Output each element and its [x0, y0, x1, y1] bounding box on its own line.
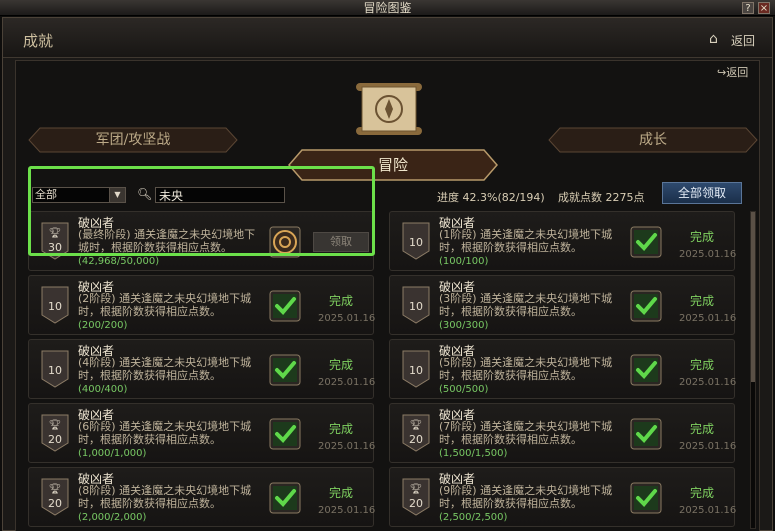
- badge-points: 10: [409, 236, 423, 249]
- status-complete: 完成: [329, 422, 354, 436]
- page-title: 成就: [23, 32, 54, 50]
- highlight-box: [28, 166, 375, 256]
- tab-growth[interactable]: 成长: [548, 127, 758, 153]
- achievement-progress: (100/100): [439, 256, 489, 267]
- achievement-desc: (8阶段) 通关逢魔之未央幻境地下城时，根据阶数获得相应点数。: [78, 484, 252, 510]
- grade-badge: 10: [401, 349, 431, 389]
- grade-badge: 🏆︎ 20: [401, 413, 431, 453]
- status-complete: 完成: [690, 230, 715, 244]
- badge-points: 10: [409, 300, 423, 313]
- window-titlebar: 冒险图鉴 ? ×: [0, 0, 775, 16]
- check-icon: [630, 418, 662, 450]
- status-complete: 完成: [329, 486, 354, 500]
- achievement-progress: (2,000/2,000): [78, 512, 147, 523]
- achievement-card: 🏆︎ 20 破凶者 (8阶段) 通关逢魔之未央幻境地下城时，根据阶数获得相应点数。…: [28, 467, 376, 527]
- achievement-list: 🏆︎ 30 破凶者 (最终阶段) 通关逢魔之未央幻境地下城时，根据阶数获得相应点数…: [28, 211, 748, 531]
- achievement-progress: (1,500/1,500): [439, 448, 508, 459]
- status-complete: 完成: [329, 358, 354, 372]
- tab-legion[interactable]: 军团/攻坚战: [28, 127, 238, 153]
- scrollbar[interactable]: [750, 211, 756, 529]
- check-icon: [630, 354, 662, 386]
- completion-date: 2025.01.16: [679, 377, 737, 388]
- achievement-desc: (2阶段) 通关逢魔之未央幻境地下城时，根据阶数获得相应点数。: [78, 292, 252, 318]
- grade-badge: 10: [401, 285, 431, 325]
- badge-points: 10: [48, 364, 62, 377]
- grade-badge: 10: [401, 221, 431, 261]
- home-icon[interactable]: ⌂: [709, 31, 718, 47]
- panel-header: 成就 ⌂ 返回: [3, 18, 772, 58]
- badge-points: 20: [409, 497, 423, 510]
- completion-date: 2025.01.16: [679, 249, 737, 260]
- window-title: 冒险图鉴: [363, 1, 412, 15]
- trophy-icon: 🏆︎: [48, 420, 62, 431]
- achievement-progress: (1,000/1,000): [78, 448, 147, 459]
- grade-badge: 🏆︎ 20: [40, 413, 70, 453]
- status-complete: 完成: [329, 294, 354, 308]
- completion-date: 2025.01.16: [679, 505, 737, 516]
- achievement-card: 🏆︎ 20 破凶者 (9阶段) 通关逢魔之未央幻境地下城时，根据阶数获得相应点数。…: [389, 467, 737, 527]
- scroll-emblem-icon: [356, 83, 422, 135]
- check-icon: [269, 290, 301, 322]
- achievement-desc: (9阶段) 通关逢魔之未央幻境地下城时，根据阶数获得相应点数。: [439, 484, 613, 510]
- achievement-panel: 成就 ⌂ 返回 ↪返回 军团/攻坚战 成长 冒险 全部 ▼ 🔍︎ 未央 进度 4…: [2, 17, 773, 531]
- achievement-desc: (3阶段) 通关逢魔之未央幻境地下城时，根据阶数获得相应点数。: [439, 292, 613, 318]
- achievement-desc: (5阶段) 通关逢魔之未央幻境地下城时，根据阶数获得相应点数。: [439, 356, 613, 382]
- inner-back-button[interactable]: ↪返回: [717, 64, 748, 80]
- status-complete: 完成: [690, 294, 715, 308]
- achievement-progress: (500/500): [439, 384, 489, 395]
- achievement-progress: (2,500/2,500): [439, 512, 508, 523]
- grade-badge: 🏆︎ 20: [40, 477, 70, 517]
- check-icon: [269, 418, 301, 450]
- status-complete: 完成: [690, 486, 715, 500]
- trophy-icon: 🏆︎: [409, 484, 423, 495]
- achievement-progress: (42,968/50,000): [78, 256, 160, 267]
- achievement-desc: (4阶段) 通关逢魔之未央幻境地下城时，根据阶数获得相应点数。: [78, 356, 252, 382]
- badge-points: 20: [409, 433, 423, 446]
- completion-date: 2025.01.16: [318, 377, 376, 388]
- scrollbar-thumb[interactable]: [751, 212, 755, 382]
- status-complete: 完成: [690, 358, 715, 372]
- check-icon: [630, 290, 662, 322]
- completion-date: 2025.01.16: [679, 313, 737, 324]
- completion-date: 2025.01.16: [679, 441, 737, 452]
- content-area: ↪返回 军团/攻坚战 成长 冒险 全部 ▼ 🔍︎ 进度 42.3%(82/194…: [15, 60, 760, 531]
- badge-points: 10: [48, 300, 62, 313]
- claim-all-button[interactable]: 全部领取: [662, 182, 742, 204]
- achievement-card: 🏆︎ 20 破凶者 (6阶段) 通关逢魔之未央幻境地下城时，根据阶数获得相应点数。…: [28, 403, 376, 463]
- back-button[interactable]: 返回: [731, 32, 755, 49]
- check-icon: [269, 354, 301, 386]
- badge-points: 20: [48, 497, 62, 510]
- check-icon: [269, 482, 301, 514]
- points-text: 成就点数 2275点: [558, 191, 645, 204]
- achievement-progress: (200/200): [78, 320, 128, 331]
- completion-date: 2025.01.16: [318, 441, 376, 452]
- grade-badge: 10: [40, 285, 70, 325]
- grade-badge: 🏆︎ 20: [401, 477, 431, 517]
- grade-badge: 10: [40, 349, 70, 389]
- badge-points: 10: [409, 364, 423, 377]
- achievement-card: 🏆︎ 20 破凶者 (7阶段) 通关逢魔之未央幻境地下城时，根据阶数获得相应点数。…: [389, 403, 737, 463]
- achievement-card: 10 破凶者 (4阶段) 通关逢魔之未央幻境地下城时，根据阶数获得相应点数。 (…: [28, 339, 376, 399]
- achievement-card: 10 破凶者 (5阶段) 通关逢魔之未央幻境地下城时，根据阶数获得相应点数。 (…: [389, 339, 737, 399]
- achievement-progress: (400/400): [78, 384, 128, 395]
- check-icon: [630, 482, 662, 514]
- achievement-desc: (1阶段) 通关逢魔之未央幻境地下城时，根据阶数获得相应点数。: [439, 228, 613, 254]
- help-icon[interactable]: ?: [742, 2, 754, 14]
- achievement-card: 10 破凶者 (2阶段) 通关逢魔之未央幻境地下城时，根据阶数获得相应点数。 (…: [28, 275, 376, 335]
- status-complete: 完成: [690, 422, 715, 436]
- achievement-progress: (300/300): [439, 320, 489, 331]
- completion-date: 2025.01.16: [318, 313, 376, 324]
- achievement-desc: (6阶段) 通关逢魔之未央幻境地下城时，根据阶数获得相应点数。: [78, 420, 252, 446]
- check-icon: [630, 226, 662, 258]
- trophy-icon: 🏆︎: [409, 420, 423, 431]
- completion-date: 2025.01.16: [318, 505, 376, 516]
- achievement-card: 10 破凶者 (1阶段) 通关逢魔之未央幻境地下城时，根据阶数获得相应点数。 (…: [389, 211, 737, 271]
- progress-text: 进度 42.3%(82/194): [437, 191, 545, 204]
- achievement-card: 10 破凶者 (3阶段) 通关逢魔之未央幻境地下城时，根据阶数获得相应点数。 (…: [389, 275, 737, 335]
- achievement-desc: (7阶段) 通关逢魔之未央幻境地下城时，根据阶数获得相应点数。: [439, 420, 613, 446]
- badge-points: 20: [48, 433, 62, 446]
- close-icon[interactable]: ×: [758, 2, 770, 14]
- trophy-icon: 🏆︎: [48, 484, 62, 495]
